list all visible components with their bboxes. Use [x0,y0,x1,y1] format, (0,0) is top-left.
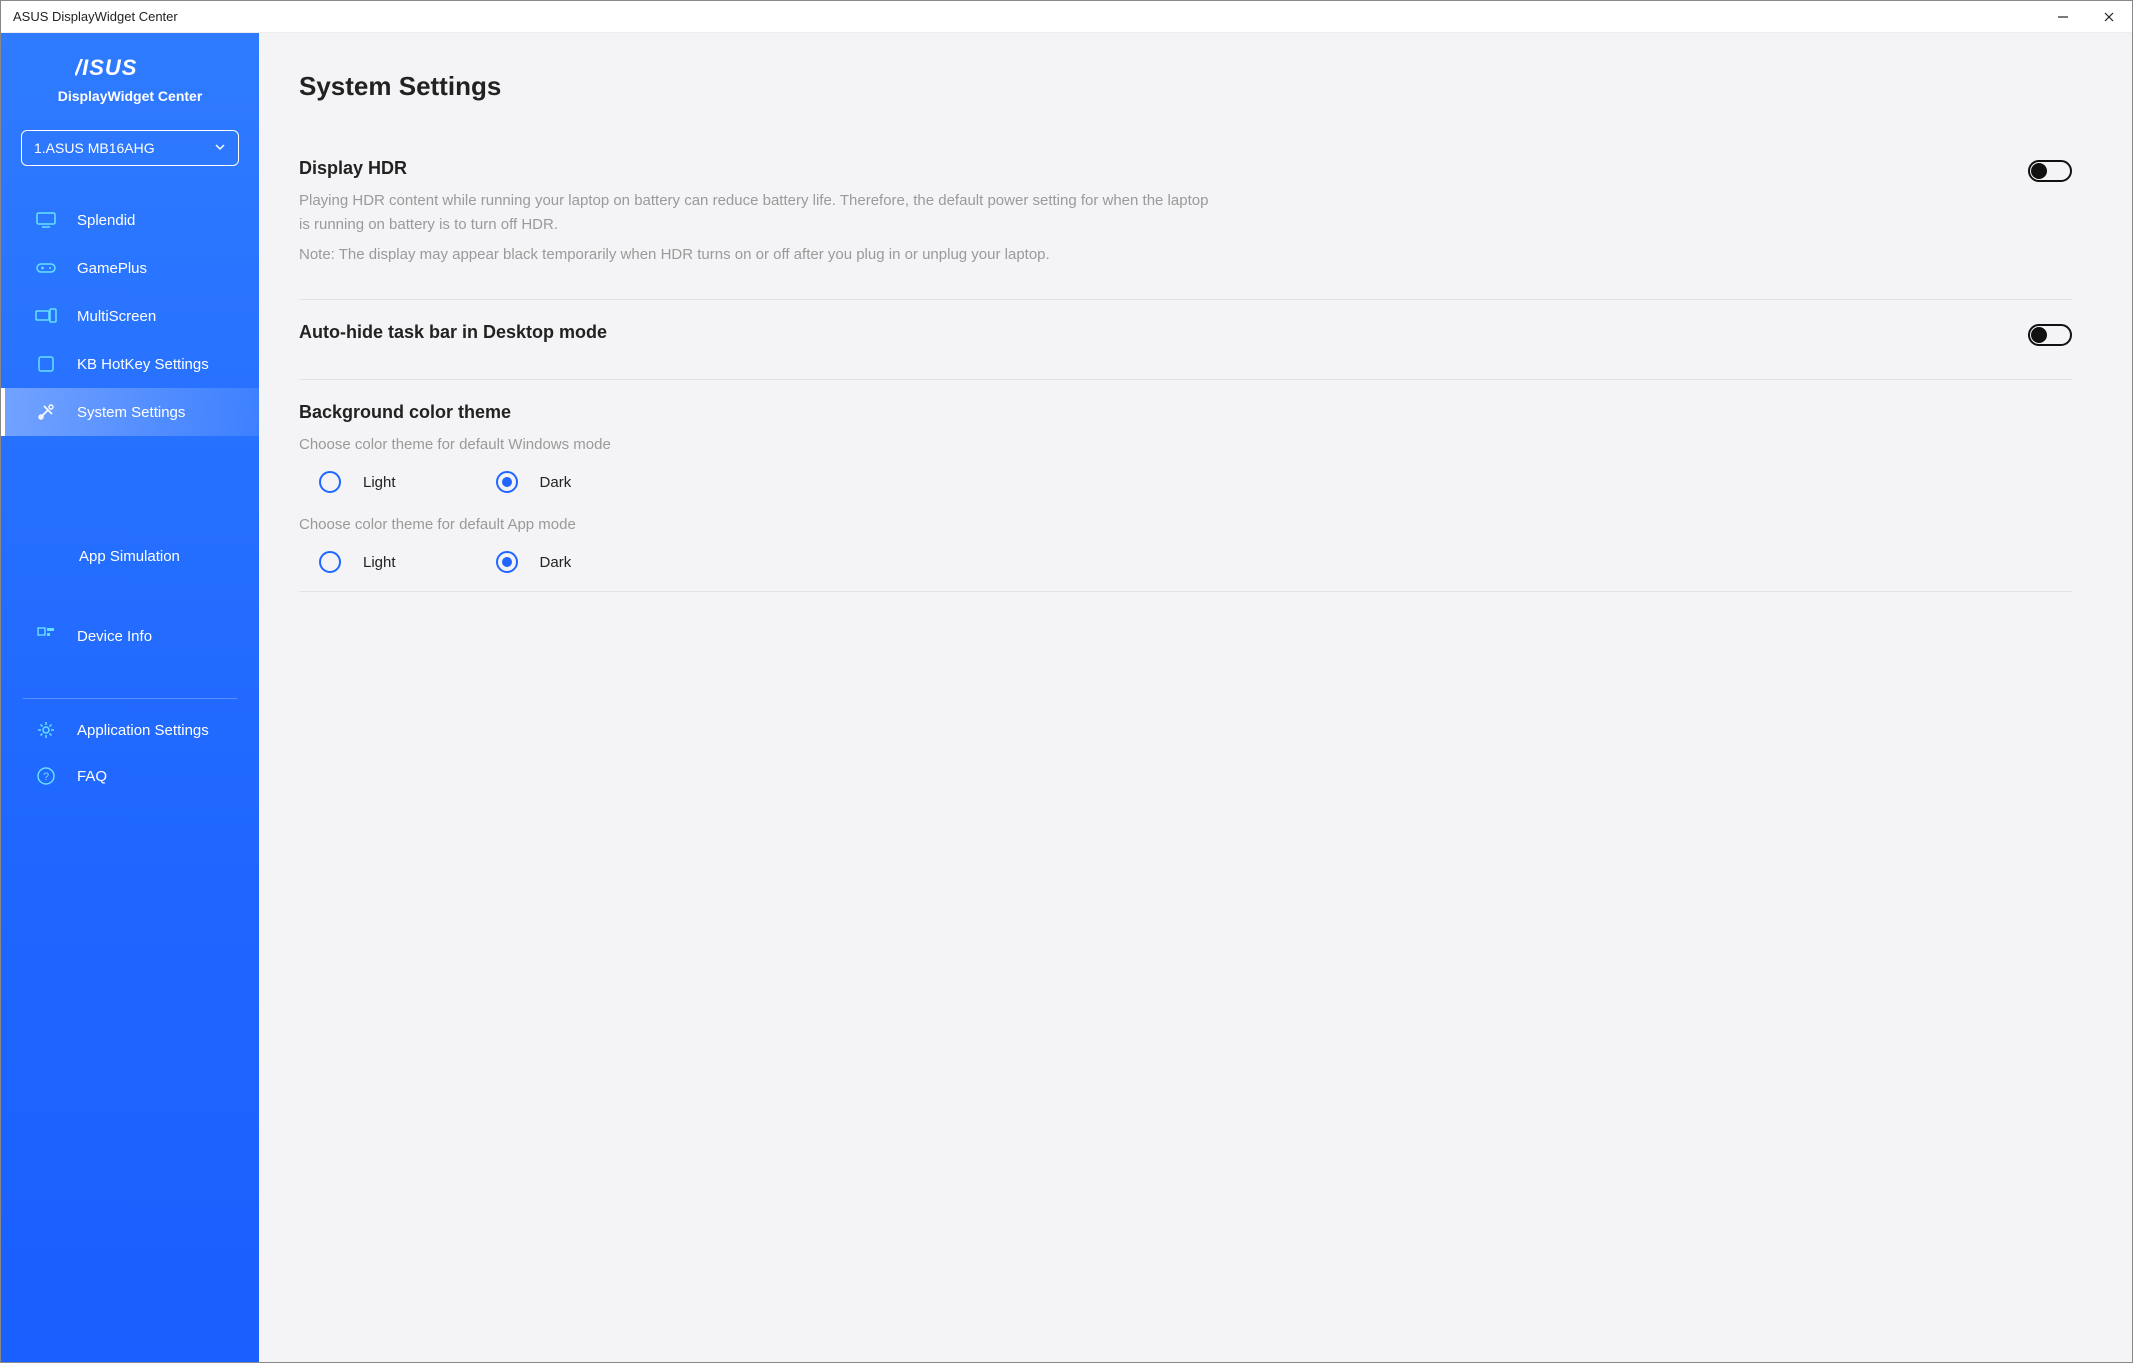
help-icon: ? [35,765,57,787]
sidebar-item-label: Device Info [77,628,152,645]
sidebar-item-splendid[interactable]: Splendid [1,196,259,244]
minimize-button[interactable] [2040,1,2086,32]
sidebar-item-kbhotkey[interactable]: KB HotKey Settings [1,340,259,388]
device-info-icon [35,625,57,647]
gear-icon [35,719,57,741]
sidebar-item-gameplus[interactable]: GamePlus [1,244,259,292]
svg-text:?: ? [43,771,49,783]
sidebar-item-label: FAQ [77,768,107,785]
section-autohide-taskbar: Auto-hide task bar in Desktop mode [299,299,2072,379]
window-title: ASUS DisplayWidget Center [13,9,178,24]
chevron-down-icon [214,140,226,156]
sidebar-bottom: Application Settings ? FAQ [1,707,259,799]
window-controls [2040,1,2132,32]
keyboard-icon [35,353,57,375]
theme-windows-label: Choose color theme for default Windows m… [299,433,1219,457]
theme-app-light-option[interactable]: Light [319,551,396,573]
brand-product: DisplayWidget Center [1,88,259,104]
theme-windows-radio-group: Light Dark [299,471,2072,493]
theme-windows-dark-option[interactable]: Dark [496,471,572,493]
device-selector[interactable]: 1.ASUS MB16AHG [21,130,239,166]
section-divider [299,591,2072,592]
section-background-theme: Background color theme Choose color them… [299,379,2072,618]
theme-windows-light-option[interactable]: Light [319,471,396,493]
multiscreen-icon [35,305,57,327]
sidebar-item-application-settings[interactable]: Application Settings [1,707,259,753]
close-button[interactable] [2086,1,2132,32]
sidebar-item-label: App Simulation [79,548,180,565]
section-display-hdr: Display HDR Playing HDR content while ru… [299,150,2072,299]
hdr-description-2: Note: The display may appear black tempo… [299,243,1219,267]
sidebar-item-system-settings[interactable]: System Settings [1,388,259,436]
radio-label: Light [363,554,396,571]
radio-icon [496,471,518,493]
taskbar-title: Auto-hide task bar in Desktop mode [299,322,607,343]
main-content: System Settings Display HDR Playing HDR … [259,33,2132,1362]
monitor-icon [35,209,57,231]
brand: /ISUS DisplayWidget Center [1,49,259,118]
titlebar: ASUS DisplayWidget Center [1,1,2132,33]
hdr-description-1: Playing HDR content while running your l… [299,189,1219,237]
sidebar-item-label: System Settings [77,404,185,421]
radio-label: Light [363,474,396,491]
sidebar-item-app-simulation[interactable]: App Simulation [1,536,259,576]
radio-label: Dark [540,474,572,491]
svg-text:/ISUS: /ISUS [75,57,137,79]
asus-logo-icon: /ISUS [75,57,185,79]
radio-icon [319,471,341,493]
sidebar-item-faq[interactable]: ? FAQ [1,753,259,799]
sidebar-item-label: Splendid [77,212,135,229]
radio-icon [496,551,518,573]
sidebar-item-label: GamePlus [77,260,147,277]
radio-icon [319,551,341,573]
page-title: System Settings [299,71,2072,102]
theme-app-radio-group: Light Dark [299,551,2072,573]
hdr-title: Display HDR [299,158,1219,179]
sidebar-item-multiscreen[interactable]: MultiScreen [1,292,259,340]
radio-label: Dark [540,554,572,571]
sidebar-item-label: KB HotKey Settings [77,356,209,373]
taskbar-toggle[interactable] [2028,324,2072,346]
device-selector-value: 1.ASUS MB16AHG [34,140,155,156]
sidebar-item-label: Application Settings [77,722,209,739]
sidebar-divider [23,698,237,699]
theme-title: Background color theme [299,402,2072,423]
sidebar-item-device-info[interactable]: Device Info [1,612,259,660]
tools-icon [35,401,57,423]
theme-app-label: Choose color theme for default App mode [299,513,1219,537]
gamepad-icon [35,257,57,279]
theme-app-dark-option[interactable]: Dark [496,551,572,573]
sidebar-item-label: MultiScreen [77,308,156,325]
sidebar: /ISUS DisplayWidget Center 1.ASUS MB16AH… [1,33,259,1362]
sidebar-nav: Splendid GamePlus MultiScreen [1,196,259,660]
hdr-toggle[interactable] [2028,160,2072,182]
